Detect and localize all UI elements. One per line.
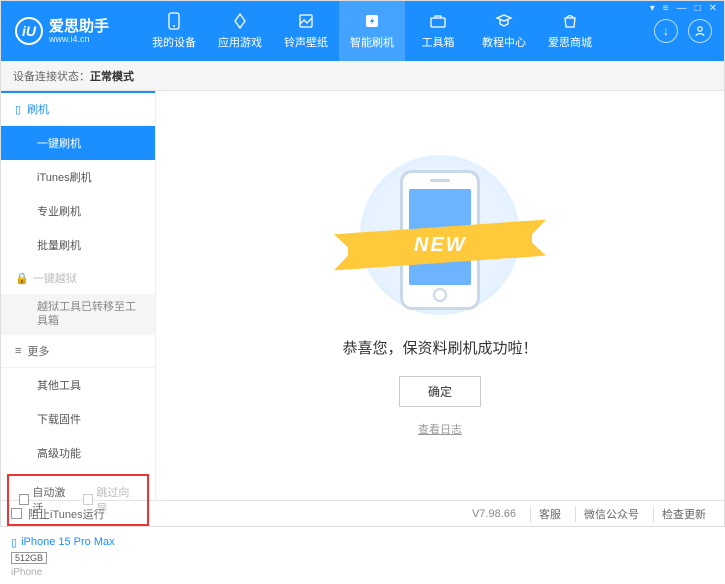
lock-icon: 🔒 <box>15 272 29 285</box>
ringtone-icon <box>296 12 316 30</box>
phone-icon: ▯ <box>11 536 17 549</box>
nav-flash[interactable]: 智能刷机 <box>339 1 405 61</box>
main-content: NEW 恭喜您，保资料刷机成功啦！ 确定 查看日志 <box>156 91 724 500</box>
device-type: iPhone <box>11 567 145 578</box>
success-illustration: NEW <box>340 155 540 325</box>
footer-support[interactable]: 客服 <box>530 506 569 522</box>
sidebar-item-download-firmware[interactable]: 下载固件 <box>1 402 155 436</box>
device-info[interactable]: ▯ iPhone 15 Pro Max 512GB iPhone <box>1 530 155 584</box>
nav-tutorial[interactable]: 教程中心 <box>471 1 537 61</box>
sidebar-group-jailbreak: 🔒 一键越狱 <box>1 262 155 294</box>
apps-icon <box>230 12 250 30</box>
device-storage: 512GB <box>11 552 47 564</box>
status-bar: 设备连接状态： 正常模式 <box>1 61 724 91</box>
ok-button[interactable]: 确定 <box>399 376 481 407</box>
sidebar-item-oneclick-flash[interactable]: 一键刷机 <box>1 126 155 160</box>
checkbox-block-itunes[interactable] <box>11 508 22 519</box>
footer-update[interactable]: 检查更新 <box>653 506 714 522</box>
sidebar-item-pro-flash[interactable]: 专业刷机 <box>1 194 155 228</box>
view-log-link[interactable]: 查看日志 <box>418 421 462 437</box>
device-icon <box>164 12 184 30</box>
status-label: 设备连接状态： <box>13 68 90 84</box>
app-header: ▾ ≡ — □ ✕ iU 爱思助手 www.i4.cn 我的设备 应用游戏 铃声… <box>1 1 724 61</box>
status-value: 正常模式 <box>90 68 134 84</box>
logo-icon: iU <box>15 17 43 45</box>
nav-my-device[interactable]: 我的设备 <box>141 1 207 61</box>
store-icon <box>560 12 580 30</box>
settings-icon[interactable]: ≡ <box>663 3 669 14</box>
maximize-icon[interactable]: □ <box>695 3 701 14</box>
device-name: ▯ iPhone 15 Pro Max <box>11 536 145 549</box>
minimize-icon[interactable]: — <box>677 3 687 14</box>
header-actions: ↓ <box>654 19 724 43</box>
block-itunes-label: 阻止iTunes运行 <box>28 506 105 522</box>
success-message: 恭喜您，保资料刷机成功啦！ <box>342 337 537 358</box>
menu-icon[interactable]: ▾ <box>650 3 655 14</box>
nav-toolbox[interactable]: 工具箱 <box>405 1 471 61</box>
tutorial-icon <box>494 12 514 30</box>
window-controls: ▾ ≡ — □ ✕ <box>650 3 717 14</box>
main-nav: 我的设备 应用游戏 铃声壁纸 智能刷机 工具箱 教程中心 爱思商城 <box>141 1 654 61</box>
app-name: 爱思助手 <box>49 19 109 34</box>
sidebar: ▯ 刷机 一键刷机 iTunes刷机 专业刷机 批量刷机 🔒 一键越狱 越狱工具… <box>1 91 156 500</box>
nav-ringtone[interactable]: 铃声壁纸 <box>273 1 339 61</box>
toolbox-icon <box>428 12 448 30</box>
sidebar-item-batch-flash[interactable]: 批量刷机 <box>1 228 155 262</box>
version-label: V7.98.66 <box>472 508 524 520</box>
sidebar-item-advanced[interactable]: 高级功能 <box>1 436 155 470</box>
menu-icon: ≡ <box>15 345 21 357</box>
app-url: www.i4.cn <box>49 34 109 44</box>
nav-apps[interactable]: 应用游戏 <box>207 1 273 61</box>
footer-wechat[interactable]: 微信公众号 <box>575 506 647 522</box>
sidebar-group-more[interactable]: ≡ 更多 <box>1 335 155 368</box>
phone-icon: ▯ <box>15 103 21 116</box>
flash-icon <box>362 12 382 30</box>
sidebar-item-itunes-flash[interactable]: iTunes刷机 <box>1 160 155 194</box>
close-icon[interactable]: ✕ <box>709 3 717 14</box>
sidebar-group-flash[interactable]: ▯ 刷机 <box>1 91 155 126</box>
download-button[interactable]: ↓ <box>654 19 678 43</box>
sidebar-item-other-tools[interactable]: 其他工具 <box>1 368 155 402</box>
nav-store[interactable]: 爱思商城 <box>537 1 603 61</box>
user-button[interactable] <box>688 19 712 43</box>
sidebar-jailbreak-note: 越狱工具已转移至工具箱 <box>1 294 155 335</box>
app-logo: iU 爱思助手 www.i4.cn <box>1 17 141 45</box>
